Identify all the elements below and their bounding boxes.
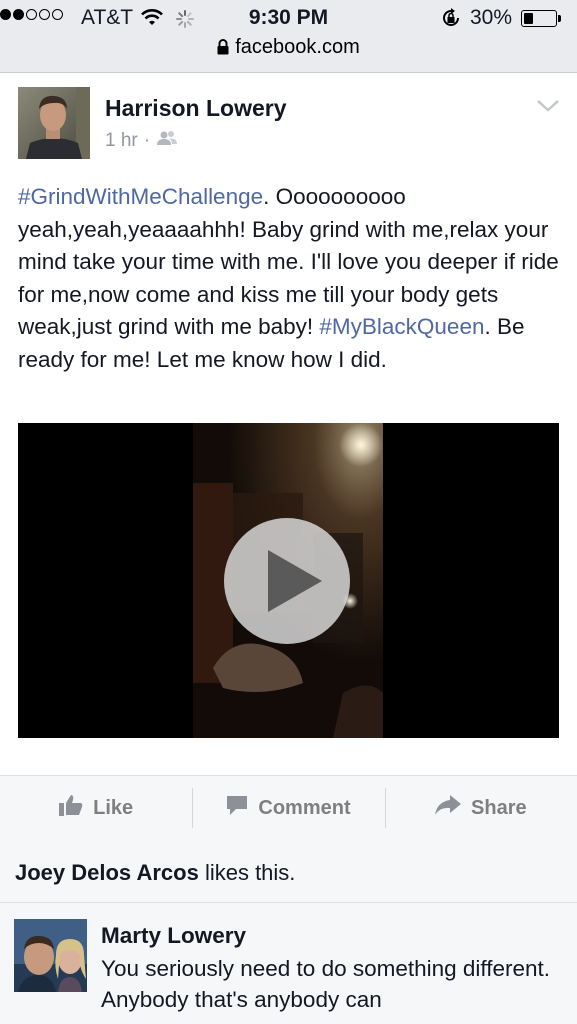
share-arrow-icon <box>435 795 462 821</box>
likes-summary[interactable]: Joey Delos Arcos likes this. <box>0 840 577 903</box>
url-text: facebook.com <box>235 36 360 58</box>
like-label: Like <box>93 796 134 819</box>
share-button[interactable]: Share <box>384 776 577 840</box>
commenter-name[interactable]: Marty Lowery <box>101 923 246 949</box>
author-name[interactable]: Harrison Lowery <box>105 95 287 122</box>
likes-text: Joey Delos Arcos likes this. <box>15 860 295 886</box>
comment-button[interactable]: Comment <box>192 776 384 840</box>
battery-percentage: 30% <box>470 6 513 29</box>
comment-text: You seriously need to do something diffe… <box>101 956 551 1012</box>
commenter-avatar[interactable] <box>14 919 87 992</box>
post-meta: 1 hr · <box>105 130 178 152</box>
post-text: #GrindWithMeChallenge. Oooooooooo yeah,y… <box>18 181 563 376</box>
hashtag-link[interactable]: #MyBlackQueen <box>319 314 484 339</box>
battery-nub <box>558 15 561 22</box>
post-time[interactable]: 1 hr <box>105 130 138 152</box>
thumbs-up-icon <box>59 794 83 822</box>
post-actions: Like Comment Share <box>0 775 577 841</box>
comment-bubble-icon <box>226 794 248 822</box>
play-button[interactable] <box>224 518 350 644</box>
like-button[interactable]: Like <box>0 776 192 840</box>
chevron-down-icon[interactable] <box>536 98 560 119</box>
comment-label: Comment <box>258 796 351 819</box>
share-label: Share <box>471 796 527 819</box>
status-bar: AT&T 9:30 PM 30% facebook.com <box>0 0 577 73</box>
play-icon <box>268 550 322 612</box>
friends-icon <box>156 130 178 152</box>
likes-suffix: likes this. <box>198 860 296 885</box>
hashtag-link[interactable]: #GrindWithMeChallenge <box>18 184 263 209</box>
padlock-icon <box>217 38 229 61</box>
comment-item: Marty Lowery You seriously need to do so… <box>0 903 577 1024</box>
rotation-lock-icon <box>440 7 462 35</box>
battery-icon <box>521 10 557 27</box>
address-bar[interactable]: facebook.com <box>0 36 577 61</box>
video-player[interactable] <box>18 423 559 738</box>
author-avatar[interactable] <box>18 87 90 159</box>
liker-name[interactable]: Joey Delos Arcos <box>15 860 199 885</box>
meta-separator: · <box>143 130 151 151</box>
